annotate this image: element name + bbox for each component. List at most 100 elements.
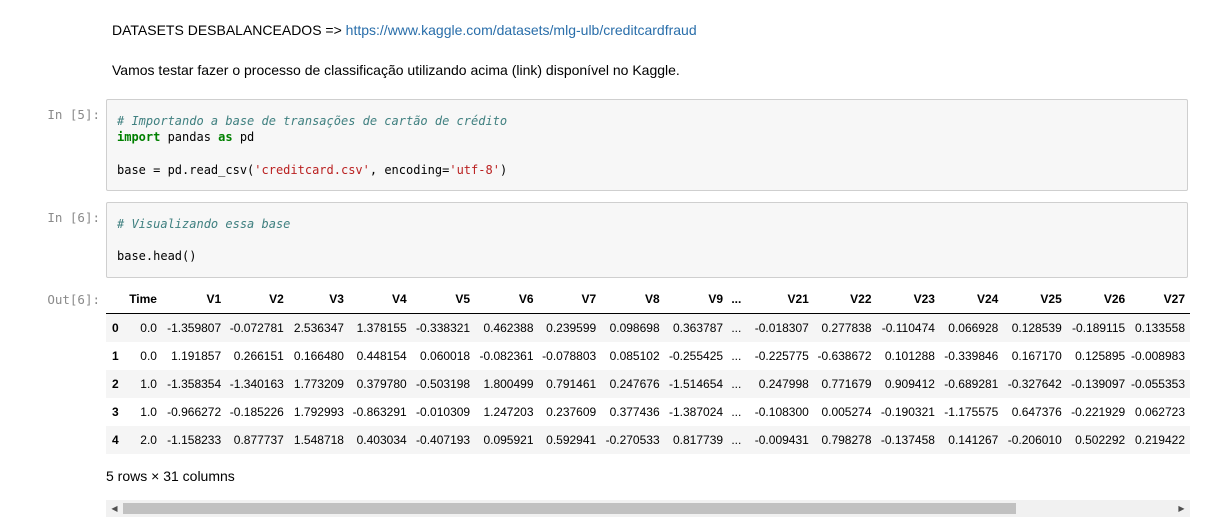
dataframe-table: Time V1 V2 V3 V4 V5 V6 V7 V8 V9... V21 V22 V23 V24 V25… [106,284,1190,454]
table-cell: ... [731,377,742,391]
column-header: V21 [749,284,814,314]
table-row: 2 1.0 -1.358354 -1.340163 1.773209 0.379780 -0… [106,370,1190,398]
table-cell: 2.0 [140,433,157,447]
table-cell: -0.078803 [542,349,597,363]
table-cell: 1.548718 [293,433,344,447]
table-cell: -0.407193 [416,433,471,447]
table-cell: -1.340163 [229,377,284,391]
cell-prompt-out6: Out[6]: [47,292,100,307]
table-cell: 0.909412 [884,377,935,391]
table-cell: 0.239599 [546,321,597,335]
table-cell: 1.800499 [483,377,534,391]
row-index: 4 [112,433,119,447]
markdown-dataset-line: DATASETS DESBALANCEADOS => https://www.k… [112,22,697,38]
table-cell: -0.055353 [1130,377,1185,391]
table-cell: 0.502292 [1075,433,1126,447]
table-cell: 0.817739 [672,433,724,447]
column-header: V6 [475,284,539,314]
table-cell: -0.190321 [880,405,935,419]
table-cell: 0.448154 [356,349,407,363]
table-cell: 0.237609 [546,405,597,419]
code-head-line: base.head() [117,249,197,263]
row-index: 1 [112,349,119,363]
column-header: V24 [939,284,1004,314]
table-cell: 1.773209 [293,377,344,391]
code-cell-import[interactable]: # Importando a base de transações de car… [106,99,1188,191]
table-cell: 0.266151 [233,349,284,363]
column-header: V26 [1066,284,1131,314]
column-header: ... [728,284,750,314]
table-cell: 1.0 [140,405,157,419]
table-cell: 0.0 [140,349,157,363]
column-header: V4 [348,284,412,314]
column-header: V3 [288,284,349,314]
code-cell-head[interactable]: # Visualizando essa base base.head() [106,202,1188,278]
table-cell: 0.098698 [609,321,660,335]
table-cell: 1.792993 [293,405,344,419]
column-header: V25 [1003,284,1067,314]
table-cell: -0.270533 [605,433,660,447]
table-cell: 1.378155 [356,321,407,335]
column-header: V1 [161,284,227,314]
table-cell: -0.139097 [1071,377,1126,391]
table-cell: -0.638672 [817,349,872,363]
table-cell: -0.225775 [754,349,809,363]
table-cell: -0.339846 [944,349,999,363]
horizontal-scrollbar[interactable]: ◀ ▶ [106,500,1190,517]
dataframe-output[interactable]: Time V1 V2 V3 V4 V5 V6 V7 V8 V9... V21 V22 V23 V24 V25… [106,284,1190,454]
table-cell: 0.095921 [483,433,534,447]
table-cell: 0.771679 [821,377,872,391]
kaggle-dataset-link[interactable]: https://www.kaggle.com/datasets/mlg-ulb/… [346,22,697,38]
table-cell: -0.327642 [1007,377,1062,391]
table-cell: 0.0 [140,321,157,335]
row-index: 3 [112,405,119,419]
table-cell: -0.503198 [416,377,471,391]
table-header-row: Time V1 V2 V3 V4 V5 V6 V7 V8 V9... V21 V22 V23 V24 V25… [106,284,1190,314]
table-cell: -1.175575 [944,405,999,419]
row-index: 0 [112,321,119,335]
table-cell: -0.189115 [1072,321,1126,335]
table-cell: -0.221929 [1071,405,1126,419]
column-header: V22 [813,284,877,314]
table-cell: 0.133558 [1134,321,1185,335]
table-cell: -1.359807 [167,321,222,335]
table-cell: 0.791461 [546,377,597,391]
column-header: V7 [538,284,602,314]
scroll-left-arrow-icon[interactable]: ◀ [106,500,123,517]
table-cell: -0.863291 [352,405,407,419]
markdown-prefix: DATASETS DESBALANCEADOS => [112,22,346,38]
table-row: 3 1.0 -0.966272 -0.185226 1.792993 -0.863291-… [106,398,1190,426]
table-row: 0 0.0 -1.359807 -0.072781 2.536347 1.378155 -0… [106,313,1190,342]
table-cell: -0.338321 [416,321,471,335]
table-cell: 0.877737 [233,433,284,447]
cell-prompt-in6: In [6]: [47,210,100,225]
table-cell: ... [731,349,742,363]
scrollbar-thumb[interactable] [123,503,1016,514]
table-cell: -0.009431 [754,433,809,447]
column-header: V9 [664,284,729,314]
code-read-csv-line: base = pd.read_csv('creditcard.csv', enc… [117,163,508,177]
scroll-right-arrow-icon[interactable]: ▶ [1173,500,1190,517]
code-comment: # Importando a base de transações de car… [117,114,508,128]
column-header: V23 [876,284,940,314]
table-cell: -0.966272 [167,405,222,419]
table-cell: -0.072781 [229,321,284,335]
table-cell: 0.101288 [884,349,935,363]
table-cell: -0.010309 [416,405,471,419]
table-cell: 0.066928 [948,321,999,335]
table-cell: ... [731,433,742,447]
cell-prompt-in5: In [5]: [47,107,100,122]
table-cell: -0.689281 [944,377,999,391]
table-cell: 0.219422 [1134,433,1185,447]
table-cell: 0.005274 [821,405,872,419]
markdown-description: Vamos testar fazer o processo de classif… [112,62,680,78]
table-cell: 1.191857 [171,349,222,363]
table-cell: -1.387024 [669,405,724,419]
table-cell: -1.158233 [167,433,222,447]
table-cell: 0.403034 [356,433,407,447]
column-header: Time [123,284,162,314]
table-row: 1 0.0 1.191857 0.266151 0.166480 0.448154 0.06… [106,342,1190,370]
table-cell: 2.536347 [293,321,344,335]
table-cell: ... [731,405,742,419]
table-cell: 0.363787 [672,321,724,335]
